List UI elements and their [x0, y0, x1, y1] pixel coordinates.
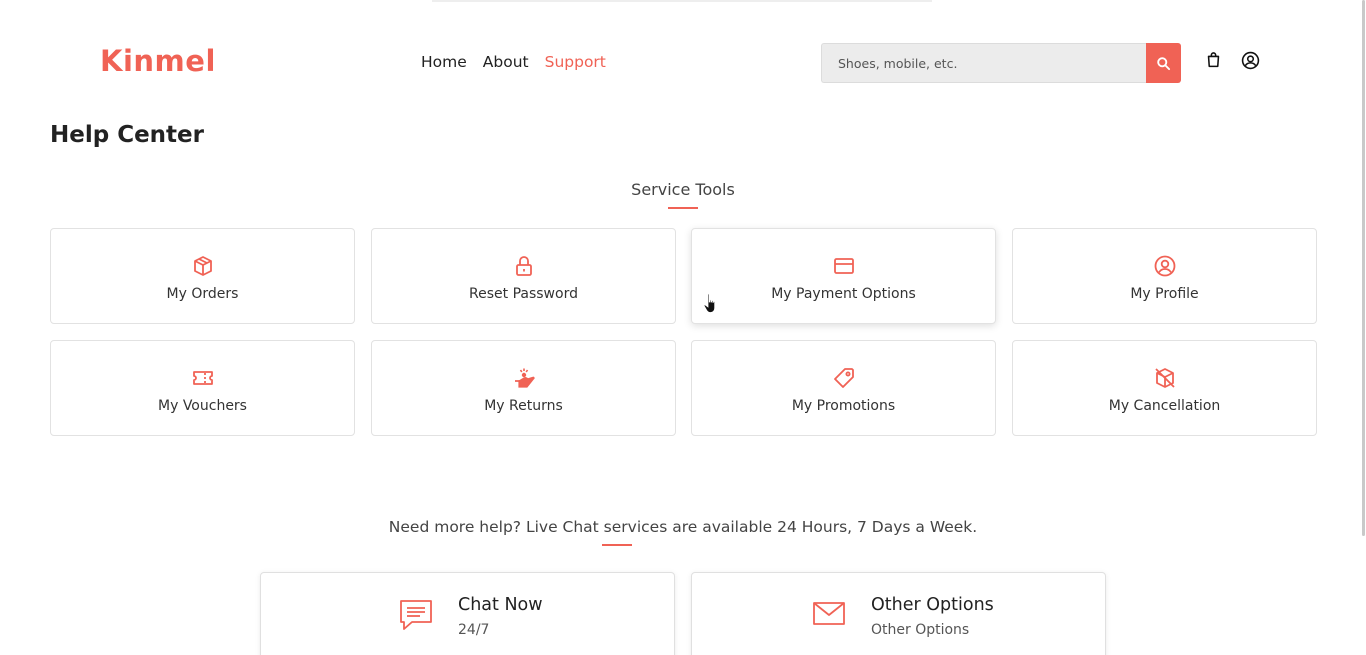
top-divider	[432, 0, 932, 2]
hand-coin-icon	[514, 368, 535, 388]
tool-my-profile[interactable]: My Profile	[1012, 228, 1317, 324]
account-button[interactable]	[1239, 49, 1261, 71]
page-title: Help Center	[50, 122, 204, 148]
tag-icon	[833, 368, 854, 388]
tool-my-cancellation[interactable]: My Cancellation	[1012, 340, 1317, 436]
site-logo[interactable]: Kinmel	[100, 44, 216, 78]
tool-my-payment-options[interactable]: My Payment Options	[691, 228, 996, 324]
tool-label: My Returns	[484, 398, 563, 414]
search-input[interactable]	[821, 43, 1146, 83]
tool-label: My Cancellation	[1108, 398, 1221, 414]
nav-about[interactable]: About	[483, 53, 529, 71]
credit-card-icon	[833, 258, 854, 274]
tool-my-orders[interactable]: My Orders	[50, 228, 355, 324]
shopping-bag-icon	[1207, 52, 1219, 68]
box-cancel-icon	[1154, 368, 1175, 388]
main-nav: Home About Support	[421, 53, 606, 71]
mouse-cursor-icon	[703, 293, 716, 313]
tool-label: My Vouchers	[158, 398, 247, 414]
service-tools-header: Service Tools	[0, 180, 1366, 209]
search-bar	[821, 43, 1181, 83]
box-icon	[193, 256, 212, 276]
search-icon	[1157, 56, 1171, 70]
tool-my-promotions[interactable]: My Promotions	[691, 340, 996, 436]
other-options-title: Other Options	[871, 595, 994, 615]
title-underline	[602, 544, 632, 546]
chat-now-title: Chat Now	[458, 595, 543, 615]
title-underline	[668, 207, 698, 209]
chat-now-card[interactable]: Chat Now 24/7	[260, 572, 675, 655]
help-title: Need more help? Live Chat services are a…	[388, 518, 978, 536]
scrollbar-thumb[interactable]	[1362, 0, 1365, 536]
cart-button[interactable]	[1202, 49, 1224, 71]
tool-my-returns[interactable]: My Returns	[371, 340, 676, 436]
other-options-card[interactable]: Other Options Other Options	[691, 572, 1106, 655]
user-circle-icon	[1241, 51, 1259, 69]
help-header: Need more help? Live Chat services are a…	[0, 518, 1366, 546]
tool-label: My Profile	[1130, 286, 1199, 302]
scrollbar[interactable]	[1360, 0, 1366, 655]
envelope-icon	[813, 602, 845, 625]
tool-label: Reset Password	[469, 286, 578, 302]
nav-support[interactable]: Support	[545, 53, 606, 71]
ticket-icon	[192, 371, 213, 385]
user-circle-icon	[1154, 255, 1175, 277]
chat-now-subtitle: 24/7	[458, 622, 490, 638]
nav-home[interactable]: Home	[421, 53, 467, 71]
other-options-subtitle: Other Options	[871, 622, 970, 638]
lock-icon	[515, 256, 532, 276]
chat-message-icon	[400, 600, 432, 630]
tool-my-vouchers[interactable]: My Vouchers	[50, 340, 355, 436]
service-tools-title: Service Tools	[631, 180, 735, 199]
tool-label: My Payment Options	[771, 286, 916, 302]
tool-label: My Orders	[166, 286, 239, 302]
search-button[interactable]	[1146, 43, 1181, 83]
tool-reset-password[interactable]: Reset Password	[371, 228, 676, 324]
tool-label: My Promotions	[791, 398, 896, 414]
